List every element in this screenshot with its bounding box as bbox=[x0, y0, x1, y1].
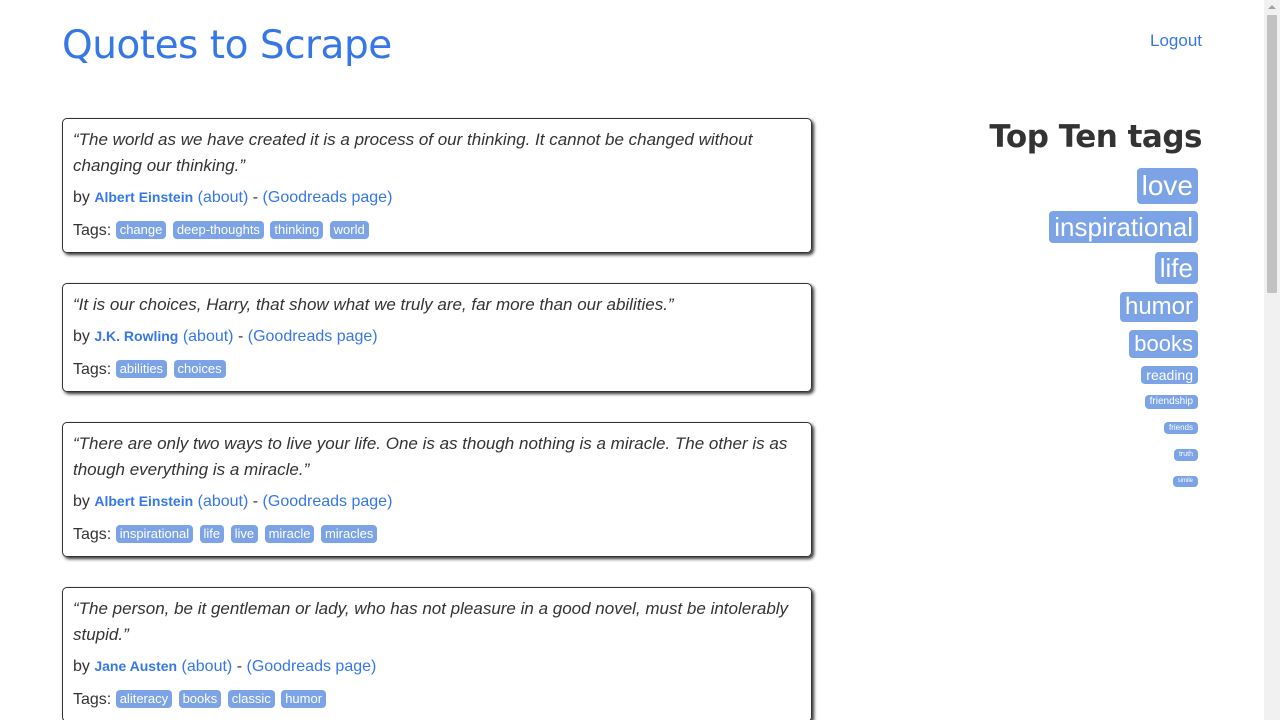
top-tag-label: truth bbox=[1173, 449, 1198, 461]
tag-link[interactable]: thinking bbox=[270, 221, 324, 239]
separator: - bbox=[252, 189, 259, 206]
by-label: by bbox=[73, 658, 90, 675]
top-tag-item[interactable]: friends bbox=[902, 422, 1198, 434]
top-tag-item[interactable]: friendship bbox=[902, 395, 1198, 409]
tag-link[interactable]: life bbox=[199, 525, 225, 543]
scrollbar-thumb[interactable] bbox=[1267, 15, 1277, 293]
tag-link[interactable]: choices bbox=[173, 360, 226, 378]
tag-link[interactable]: inspirational bbox=[115, 525, 194, 543]
top-tag-label: simile bbox=[1172, 476, 1198, 487]
quote-card: “The person, be it gentleman or lady, wh… bbox=[62, 587, 812, 720]
quote-byline: by Jane Austen (about) - (Goodreads page… bbox=[73, 656, 801, 677]
quote-tags: Tags: change deep-thoughts thinking worl… bbox=[73, 220, 801, 242]
top-tag-label: inspirational bbox=[1049, 211, 1198, 243]
by-label: by bbox=[73, 493, 90, 510]
top-tag-label: friends bbox=[1163, 422, 1198, 434]
quote-text: “There are only two ways to live your li… bbox=[73, 434, 788, 479]
top-tag-label: life bbox=[1154, 252, 1198, 284]
quote-card: “The world as we have created it is a pr… bbox=[62, 118, 812, 253]
top-tag-item[interactable]: simile bbox=[902, 476, 1198, 487]
logout-link[interactable]: Logout bbox=[1150, 31, 1202, 51]
separator: - bbox=[236, 658, 243, 675]
about-link[interactable]: (about) bbox=[182, 658, 233, 675]
tags-label: Tags: bbox=[73, 222, 112, 239]
top-tags-panel: Top Ten tags love inspirational life hum… bbox=[902, 116, 1203, 487]
quote-list: “The world as we have created it is a pr… bbox=[62, 118, 812, 720]
author-name: Albert Einstein bbox=[94, 493, 194, 509]
quote-byline: by Albert Einstein (about) - (Goodreads … bbox=[73, 491, 801, 512]
top-tag-label: love bbox=[1136, 168, 1198, 204]
top-tag-item[interactable]: inspirational bbox=[902, 211, 1198, 243]
tag-link[interactable]: world bbox=[329, 221, 369, 239]
by-label: by bbox=[73, 189, 90, 206]
author-name: Jane Austen bbox=[94, 658, 178, 674]
quote-byline: by Albert Einstein (about) - (Goodreads … bbox=[73, 187, 801, 208]
separator: - bbox=[252, 493, 259, 510]
top-tag-item[interactable]: love bbox=[902, 168, 1198, 204]
top-tag-item[interactable]: reading bbox=[902, 366, 1198, 384]
separator: - bbox=[237, 328, 244, 345]
vertical-scrollbar[interactable] bbox=[1264, 0, 1280, 720]
tag-link[interactable]: change bbox=[115, 221, 167, 239]
tags-label: Tags: bbox=[73, 526, 112, 543]
quote-byline: by J.K. Rowling (about) - (Goodreads pag… bbox=[73, 326, 801, 347]
quote-text: “It is our choices, Harry, that show wha… bbox=[73, 295, 674, 314]
about-link[interactable]: (about) bbox=[198, 189, 249, 206]
author-name: J.K. Rowling bbox=[94, 328, 179, 344]
top-tag-item[interactable]: life bbox=[902, 252, 1198, 284]
page: Quotes to Scrape Logout “The world as we… bbox=[0, 0, 1264, 720]
site-title-link[interactable]: Quotes to Scrape bbox=[62, 20, 392, 72]
tag-link[interactable]: miracle bbox=[264, 525, 315, 543]
quote-card: “It is our choices, Harry, that show wha… bbox=[62, 283, 812, 392]
tag-link[interactable]: abilities bbox=[115, 360, 168, 378]
top-tag-item[interactable]: humor bbox=[902, 292, 1198, 322]
goodreads-link[interactable]: (Goodreads page) bbox=[263, 493, 393, 510]
quote-text: “The world as we have created it is a pr… bbox=[73, 130, 753, 175]
tag-link[interactable]: deep-thoughts bbox=[172, 221, 264, 239]
top-tag-label: humor bbox=[1119, 292, 1198, 322]
top-tags-title: Top Ten tags bbox=[989, 119, 1202, 155]
author-name: Albert Einstein bbox=[94, 189, 194, 205]
tag-link[interactable]: miracles bbox=[320, 525, 378, 543]
by-label: by bbox=[73, 328, 90, 345]
tag-link[interactable]: classic bbox=[227, 690, 275, 708]
quote-card: “There are only two ways to live your li… bbox=[62, 422, 812, 557]
scroll-up-arrow-icon[interactable] bbox=[1268, 5, 1276, 9]
top-tag-label: reading bbox=[1141, 366, 1198, 384]
goodreads-link[interactable]: (Goodreads page) bbox=[263, 189, 393, 206]
quote-tags: Tags: abilities choices bbox=[73, 359, 801, 381]
quote-text: “The person, be it gentleman or lady, wh… bbox=[73, 599, 789, 644]
tags-label: Tags: bbox=[73, 361, 112, 378]
tag-link[interactable]: live bbox=[230, 525, 259, 543]
about-link[interactable]: (about) bbox=[183, 328, 234, 345]
tag-link[interactable]: aliteracy bbox=[115, 690, 173, 708]
tag-link[interactable]: books bbox=[178, 690, 222, 708]
quote-tags: Tags: inspirational life live miracle mi… bbox=[73, 524, 801, 546]
goodreads-link[interactable]: (Goodreads page) bbox=[248, 328, 378, 345]
about-link[interactable]: (about) bbox=[198, 493, 249, 510]
tag-link[interactable]: humor bbox=[281, 690, 327, 708]
top-tag-label: books bbox=[1129, 330, 1198, 358]
top-tag-label: friendship bbox=[1144, 395, 1198, 409]
goodreads-link[interactable]: (Goodreads page) bbox=[246, 658, 376, 675]
top-tag-item[interactable]: truth bbox=[902, 449, 1198, 461]
tags-label: Tags: bbox=[73, 691, 112, 708]
top-tag-item[interactable]: books bbox=[902, 330, 1198, 358]
quote-tags: Tags: aliteracy books classic humor bbox=[73, 689, 801, 711]
